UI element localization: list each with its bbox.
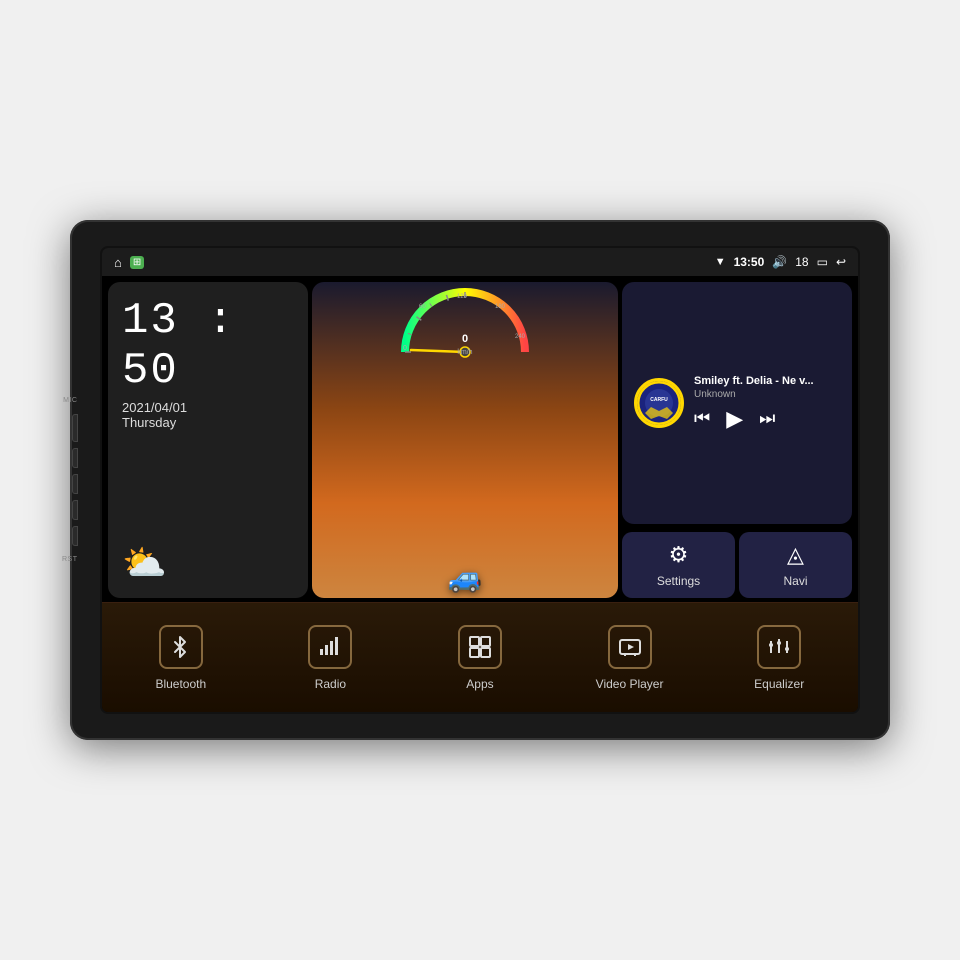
apps-button[interactable]: Apps (407, 603, 553, 712)
radio-button[interactable]: Radio (258, 603, 404, 712)
navi-icon: ◬ (787, 542, 804, 568)
clock-time: 13 : 50 (122, 296, 294, 396)
settings-label: Settings (657, 574, 700, 588)
video-player-button[interactable]: Video Player (557, 603, 703, 712)
volume-icon: 🔊 (772, 255, 787, 269)
radio-label: Radio (315, 677, 346, 691)
main-content: 13 : 50 2021/04/01 Thursday ⛅ (102, 276, 858, 712)
widgets-row: 13 : 50 2021/04/01 Thursday ⛅ (102, 276, 858, 602)
speedometer-widget: 0 60 120 180 240 0 km/h (312, 282, 618, 598)
clock-date: 2021/04/01 (122, 400, 294, 415)
vol-down-button[interactable] (72, 500, 78, 520)
settings-navi-row: ⚙ Settings ◬ Navi (622, 532, 852, 598)
music-widget: CARFU Smiley ft. Delia - Ne v... Unknown… (622, 282, 852, 598)
equalizer-button[interactable]: Equalizer (706, 603, 852, 712)
home-side-button[interactable] (72, 448, 78, 468)
navi-button[interactable]: ◬ Navi (739, 532, 852, 598)
bluetooth-icon-box (159, 625, 203, 669)
video-player-icon-box (608, 625, 652, 669)
prev-track-button[interactable]: ⏮ (694, 408, 710, 429)
battery-icon: ▭ (817, 255, 828, 269)
clock-widget: 13 : 50 2021/04/01 Thursday ⛅ (108, 282, 308, 598)
road-scene: 🚙 (312, 424, 618, 598)
svg-text:180: 180 (495, 304, 506, 310)
video-player-label: Video Player (596, 677, 664, 691)
weather-icon: ⛅ (122, 542, 294, 584)
equalizer-icon-box (757, 625, 801, 669)
app-switcher-icon[interactable]: ⊞ (130, 256, 144, 269)
bluetooth-button[interactable]: Bluetooth (108, 603, 254, 712)
status-bar: ⌂ ⊞ ▼ 13:50 🔊 18 ▭ ↩ (102, 248, 858, 276)
apps-label: Apps (466, 677, 493, 691)
back-side-button[interactable] (72, 474, 78, 494)
music-controls: ⏮ ▶ ⏭ (694, 406, 840, 432)
volume-level: 18 (795, 255, 808, 269)
play-pause-button[interactable]: ▶ (726, 406, 743, 432)
clock-day: Thursday (122, 415, 294, 430)
vol-up-button[interactable] (72, 526, 78, 546)
speedometer-gauge: 0 60 120 180 240 0 km/h (395, 282, 535, 362)
rst-label: RST (62, 556, 78, 563)
power-button[interactable] (72, 414, 78, 442)
svg-text:60: 60 (419, 304, 426, 310)
music-title: Smiley ft. Delia - Ne v... (694, 375, 840, 387)
car-head-unit: MIC RST ⌂ ⊞ ▼ 13:50 🔊 18 ▭ ↩ (70, 220, 890, 740)
side-buttons-panel: MIC RST (62, 397, 78, 563)
settings-icon: ⚙ (669, 542, 689, 568)
music-info-panel: CARFU Smiley ft. Delia - Ne v... Unknown… (622, 282, 852, 524)
svg-text:0: 0 (462, 333, 468, 345)
bluetooth-label: Bluetooth (155, 677, 206, 691)
equalizer-label: Equalizer (754, 677, 804, 691)
music-details: Smiley ft. Delia - Ne v... Unknown ⏮ ▶ ⏭ (694, 375, 840, 432)
radio-icon-box (308, 625, 352, 669)
svg-text:120: 120 (457, 294, 468, 300)
apps-icon-box (458, 625, 502, 669)
mic-label: MIC (63, 397, 77, 404)
svg-text:240: 240 (515, 334, 526, 340)
wifi-icon: ▼ (715, 256, 726, 268)
svg-text:CARFU: CARFU (650, 397, 668, 403)
back-icon[interactable]: ↩ (836, 255, 846, 269)
navi-label: Navi (783, 574, 807, 588)
svg-text:km/h: km/h (457, 349, 472, 356)
home-icon[interactable]: ⌂ (114, 255, 122, 270)
current-time: 13:50 (734, 255, 765, 269)
music-logo: CARFU (634, 378, 684, 428)
svg-text:0: 0 (403, 345, 407, 352)
music-artist: Unknown (694, 389, 840, 400)
settings-button[interactable]: ⚙ Settings (622, 532, 735, 598)
next-track-button[interactable]: ⏭ (759, 408, 775, 429)
screen: ⌂ ⊞ ▼ 13:50 🔊 18 ▭ ↩ 13 : 50 2021/04/01 (100, 246, 860, 714)
bottom-bar: Bluetooth Radio (102, 602, 858, 712)
car-icon: 🚙 (448, 561, 483, 594)
